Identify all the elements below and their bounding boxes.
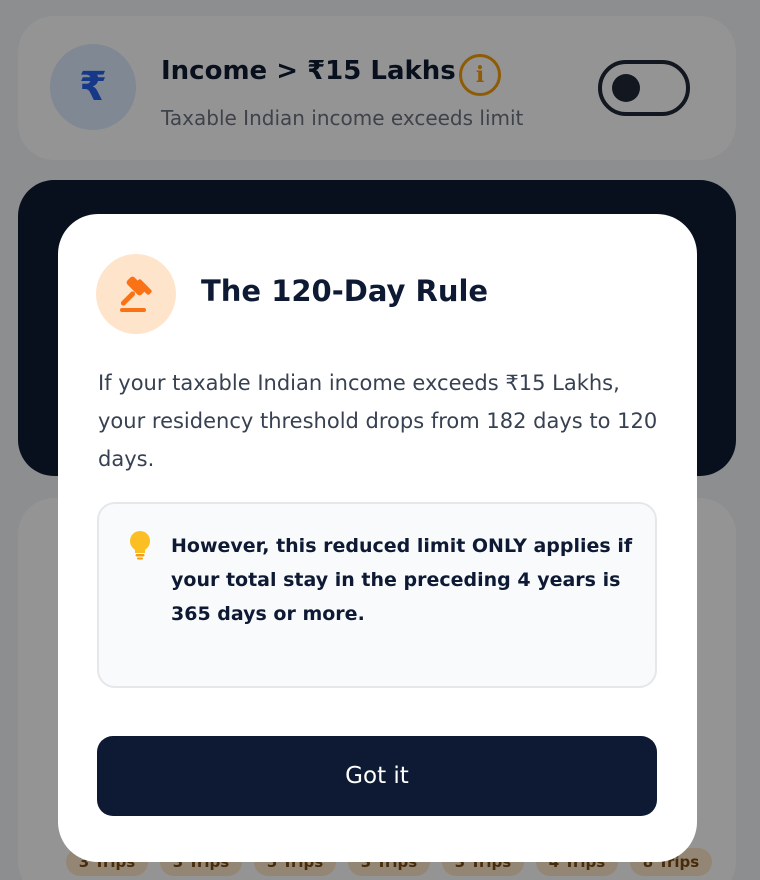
lightbulb-icon	[130, 531, 150, 560]
gavel-icon-graphic	[120, 276, 152, 312]
rule-info-modal: The 120-Day Rule If your taxable Indian …	[58, 214, 697, 862]
note-callout: However, this reduced limit ONLY applies…	[97, 502, 657, 688]
modal-body-text: If your taxable Indian income exceeds ₹1…	[98, 371, 658, 471]
note-text: However, this reduced limit ONLY applies…	[171, 535, 633, 625]
gavel-icon	[96, 254, 176, 334]
modal-title: The 120-Day Rule	[201, 274, 489, 308]
got-it-button[interactable]: Got it	[97, 736, 657, 816]
